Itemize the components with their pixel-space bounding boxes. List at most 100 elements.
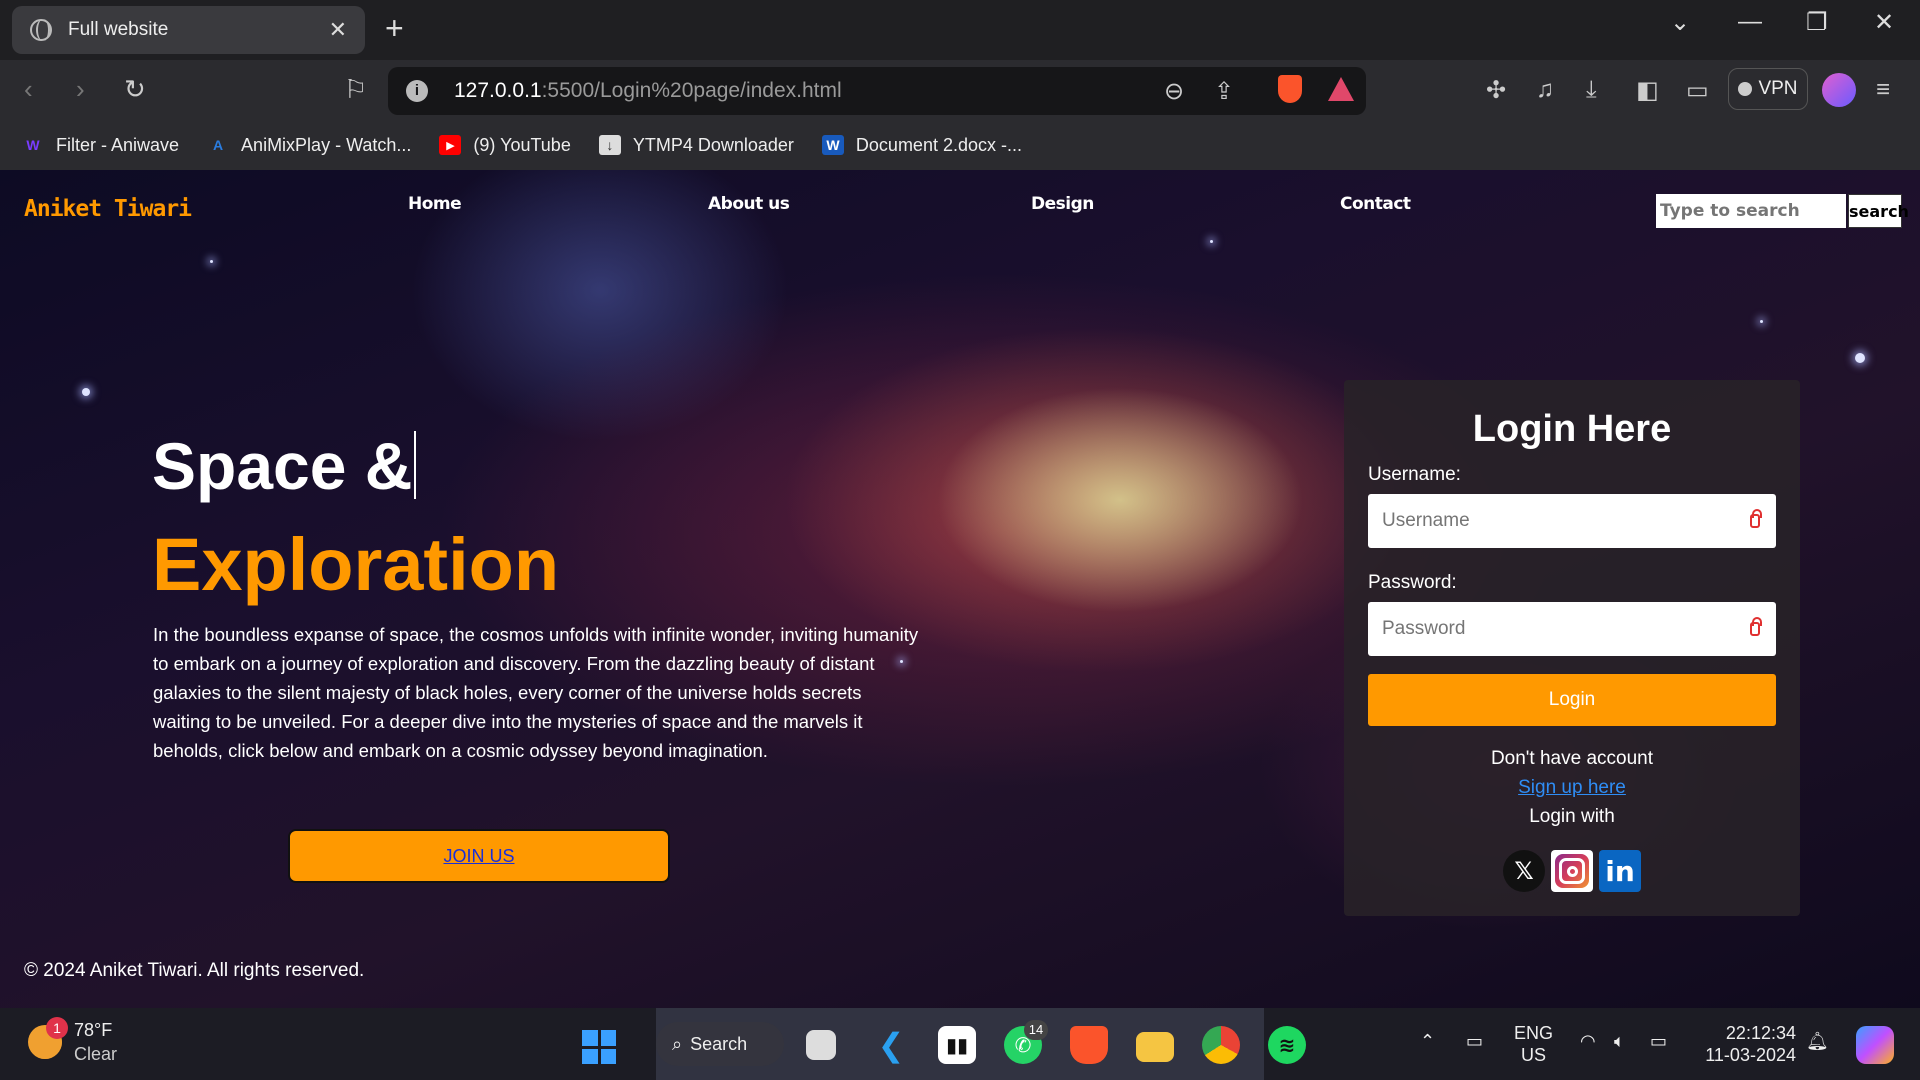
linkedin-icon[interactable]: in xyxy=(1599,850,1641,892)
url-path: :5500/Login%20page/index.html xyxy=(541,79,842,102)
nav-design[interactable]: Design xyxy=(1031,194,1094,214)
bookmark-ytmp4[interactable]: ↓ YTMP4 Downloader xyxy=(598,134,794,156)
notification-icon[interactable]: 🔔︎ xyxy=(1806,1030,1829,1052)
site-search-button[interactable]: search xyxy=(1848,194,1909,228)
browser-toolbar: ‹ › ↻ ⚐ i 127.0.0.1:5500/Login%20page/in… xyxy=(0,60,1920,120)
download-icon[interactable]: ⤓ xyxy=(1586,76,1597,104)
x-icon[interactable]: 𝕏 xyxy=(1503,850,1545,892)
signup-link[interactable]: Sign up here xyxy=(1518,777,1626,798)
star-decoration xyxy=(82,388,90,396)
bookmark-document[interactable]: W Document 2.docx -... xyxy=(821,134,1022,156)
chevron-up-icon[interactable]: ⌃ xyxy=(1420,1030,1435,1052)
brave-shield-icon[interactable] xyxy=(1278,75,1302,103)
volume-icon[interactable]: 🔈︎ xyxy=(1614,1030,1625,1052)
wallet-icon[interactable]: ▭ xyxy=(1686,76,1709,105)
brave-rewards-icon[interactable] xyxy=(1328,77,1354,101)
password-label: Password: xyxy=(1368,572,1457,593)
bookmark-animixplay[interactable]: A AniMixPlay - Watch... xyxy=(207,135,411,156)
bookmark-youtube[interactable]: ▶ (9) YouTube xyxy=(439,134,571,156)
reload-button[interactable]: ↻ xyxy=(124,74,146,105)
bookmark-label: Document 2.docx -... xyxy=(855,134,1022,155)
lock-icon xyxy=(1750,509,1762,528)
task-view-icon[interactable] xyxy=(806,1030,836,1060)
zoom-icon[interactable]: ⊖ xyxy=(1164,77,1184,106)
share-icon[interactable]: ⇪ xyxy=(1214,77,1234,106)
notification-badge: 1 xyxy=(46,1017,68,1039)
bookmark-icon[interactable]: ⚐ xyxy=(344,74,367,105)
windows-taskbar: 1 78°F Clear ⌕ Search ❮ ▮▮ ✆ 14 ≋ ⌃ ▭ EN… xyxy=(0,1008,1920,1080)
password-field-wrap xyxy=(1368,602,1776,656)
back-button[interactable]: ‹ xyxy=(24,74,33,105)
whatsapp-badge: 14 xyxy=(1024,1020,1048,1040)
bookmark-label: (9) YouTube xyxy=(473,134,571,155)
browser-tab[interactable]: Full website ✕ xyxy=(12,6,365,54)
chevron-down-icon[interactable]: ⌄ xyxy=(1670,8,1690,37)
vpn-button[interactable]: VPN xyxy=(1728,68,1808,110)
taskbar-search[interactable]: ⌕ Search xyxy=(656,1022,784,1066)
media-icon[interactable]: ♫ xyxy=(1536,76,1554,104)
login-with-text: Login with xyxy=(1529,806,1615,827)
tablet-icon[interactable]: ▭ xyxy=(1466,1030,1483,1052)
vpn-status-icon xyxy=(1738,82,1753,96)
search-icon: ⌕ xyxy=(672,1033,683,1054)
ytmp4-icon: ↓ xyxy=(598,135,621,155)
new-tab-button[interactable]: + xyxy=(385,12,404,44)
copyright-text: © 2024 Aniket Tiwari. All rights reserve… xyxy=(24,960,365,981)
restore-button[interactable]: ❐ xyxy=(1806,8,1828,37)
bookmark-aniwave[interactable]: W Filter - Aniwave xyxy=(22,135,179,156)
close-window-button[interactable]: ✕ xyxy=(1874,8,1894,37)
brave-icon[interactable] xyxy=(1070,1026,1108,1064)
site-info-icon[interactable]: i xyxy=(406,80,428,102)
text-caret xyxy=(414,431,417,499)
url-host: 127.0.0.1 xyxy=(454,79,542,102)
extensions-icon[interactable]: ✣ xyxy=(1486,76,1506,105)
bookmarks-bar: W Filter - Aniwave A AniMixPlay - Watch.… xyxy=(0,120,1920,170)
nav-about[interactable]: About us xyxy=(708,194,790,214)
login-form: Login Here Username: Password: Login Don… xyxy=(1344,380,1800,916)
login-button[interactable]: Login xyxy=(1368,674,1776,726)
spotify-icon[interactable]: ≋ xyxy=(1268,1026,1306,1064)
battery-icon[interactable]: ▭ xyxy=(1650,1030,1667,1052)
tab-close-button[interactable]: ✕ xyxy=(329,17,347,43)
star-decoration xyxy=(1760,320,1763,323)
word-icon: W xyxy=(821,135,844,155)
no-account-text: Don't have account xyxy=(1490,748,1654,769)
language-indicator[interactable]: ENG US xyxy=(1514,1022,1553,1066)
audio-app-icon[interactable]: ▮▮ xyxy=(938,1026,976,1064)
address-bar[interactable]: i 127.0.0.1:5500/Login%20page/index.html… xyxy=(388,67,1366,115)
join-us-button[interactable]: JOIN US xyxy=(288,829,670,883)
webpage: Aniket Tiwari Home About us Design Conta… xyxy=(0,170,1920,1008)
signup-row: Sign up here xyxy=(1344,777,1800,799)
tab-title: Full website xyxy=(68,19,169,40)
forward-button[interactable]: › xyxy=(76,74,85,105)
windows-start-icon[interactable] xyxy=(582,1030,616,1064)
file-explorer-icon[interactable] xyxy=(1136,1032,1174,1062)
wifi-icon[interactable]: ◠ xyxy=(1580,1030,1596,1052)
vscode-icon[interactable]: ❮ xyxy=(872,1026,910,1064)
password-input[interactable] xyxy=(1382,618,1722,640)
minimize-button[interactable]: — xyxy=(1738,8,1762,36)
lock-icon xyxy=(1750,617,1762,636)
social-login-row: 𝕏 in xyxy=(1344,850,1800,892)
site-search-input[interactable] xyxy=(1656,194,1846,228)
taskbar-search-label: Search xyxy=(690,1033,748,1054)
globe-icon xyxy=(30,19,52,41)
nav-home[interactable]: Home xyxy=(408,194,462,214)
bookmark-label: YTMP4 Downloader xyxy=(632,134,794,155)
sidebar-icon[interactable]: ◧ xyxy=(1636,76,1659,105)
star-decoration xyxy=(1210,240,1213,243)
username-input[interactable] xyxy=(1382,510,1722,532)
username-label: Username: xyxy=(1368,464,1461,485)
menu-icon[interactable]: ≡ xyxy=(1876,76,1890,104)
chrome-icon[interactable] xyxy=(1202,1026,1240,1064)
instagram-icon[interactable] xyxy=(1551,850,1593,892)
browser-tab-bar: Full website ✕ + ⌄ — ❐ ✕ xyxy=(0,0,1920,60)
weather-widget[interactable]: 1 78°F Clear xyxy=(28,1017,117,1066)
animixplay-icon: A xyxy=(212,137,224,153)
site-brand[interactable]: Aniket Tiwari xyxy=(24,196,192,222)
moon-icon: 1 xyxy=(28,1017,68,1059)
clock[interactable]: 22:12:34 11-03-2024 xyxy=(1700,1022,1796,1066)
profile-avatar[interactable] xyxy=(1822,73,1856,107)
nav-contact[interactable]: Contact xyxy=(1340,194,1411,214)
copilot-icon[interactable] xyxy=(1856,1026,1894,1064)
